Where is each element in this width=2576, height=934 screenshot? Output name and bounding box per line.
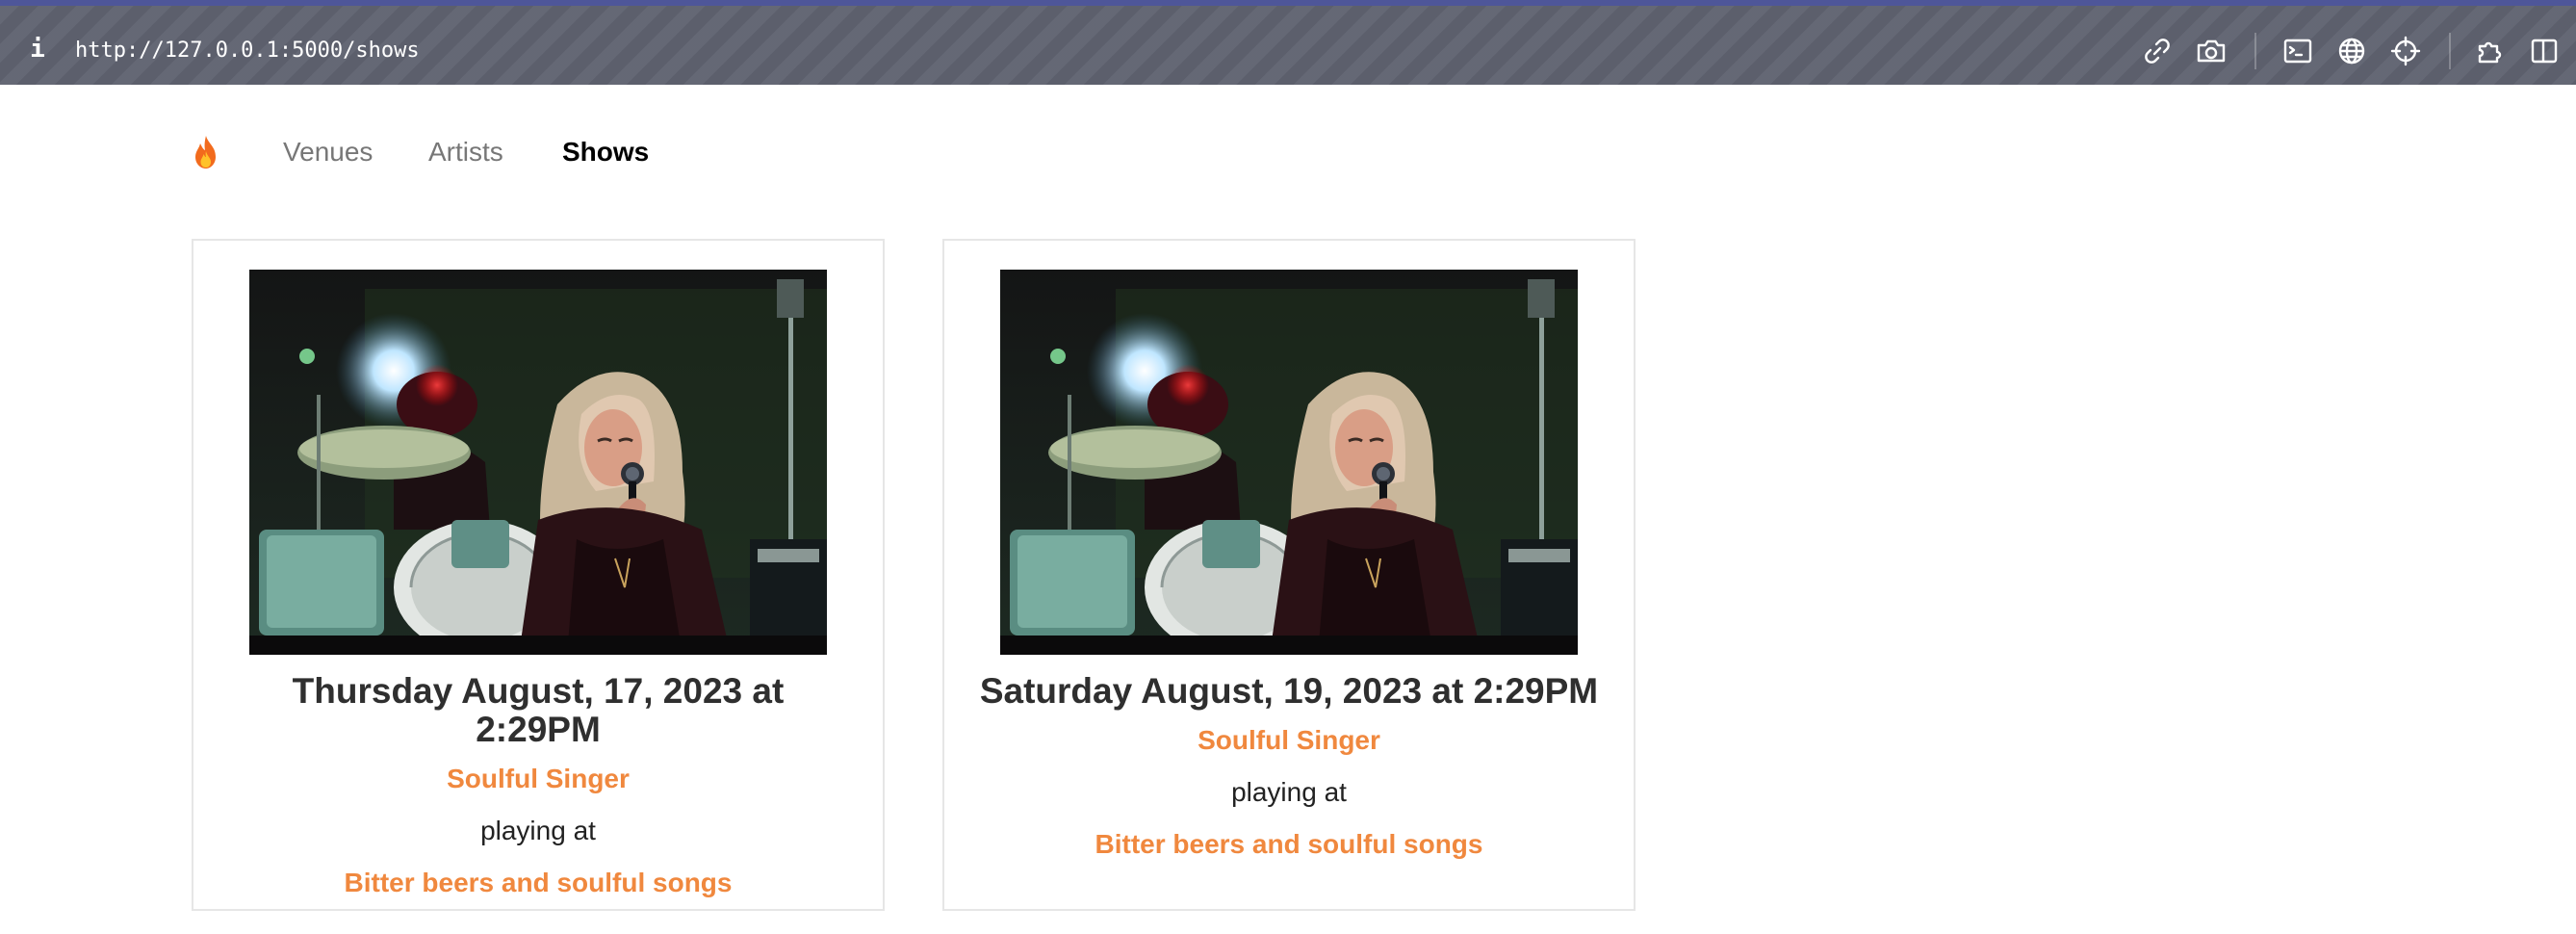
extensions-icon[interactable] — [2474, 35, 2507, 67]
playing-at-label: playing at — [1231, 777, 1347, 807]
toolbar-divider — [2254, 33, 2256, 69]
nav-link-artists[interactable]: Artists — [428, 136, 503, 169]
flame-icon[interactable] — [191, 134, 221, 170]
venue-link[interactable]: Bitter beers and soulful songs — [213, 867, 863, 899]
address-bar[interactable]: http://127.0.0.1:5000/shows — [75, 37, 420, 65]
camera-icon[interactable] — [2195, 35, 2228, 67]
terminal-icon[interactable] — [2281, 35, 2314, 67]
singer-photo[interactable] — [249, 270, 827, 655]
sidebar-icon[interactable] — [2528, 35, 2561, 67]
show-date: Saturday August, 19, 2023 at 2:29PM — [979, 671, 1599, 711]
venue-link[interactable]: Bitter beers and soulful songs — [964, 828, 1614, 861]
artist-link[interactable]: Soulful Singer — [964, 724, 1614, 757]
show-card: Thursday August, 17, 2023 at 2:29PM Soul… — [192, 239, 885, 911]
crosshair-icon[interactable] — [2389, 35, 2422, 67]
link-icon[interactable] — [2141, 35, 2174, 67]
nav-link-venues[interactable]: Venues — [283, 136, 373, 169]
toolbar-divider — [2449, 33, 2451, 69]
info-icon[interactable]: i — [27, 35, 48, 64]
browser-toolbar: i http://127.0.0.1:5000/shows — [0, 0, 2576, 85]
show-card-body: Saturday August, 19, 2023 at 2:29PM Soul… — [964, 672, 1614, 861]
playing-at-label: playing at — [480, 816, 596, 845]
nav-link-shows[interactable]: Shows — [562, 136, 649, 169]
singer-photo[interactable] — [1000, 270, 1578, 655]
globe-icon[interactable] — [2335, 35, 2368, 67]
show-date: Thursday August, 17, 2023 at 2:29PM — [292, 671, 785, 749]
show-card: Saturday August, 19, 2023 at 2:29PM Soul… — [942, 239, 1636, 911]
show-card-body: Thursday August, 17, 2023 at 2:29PM Soul… — [213, 672, 863, 899]
artist-link[interactable]: Soulful Singer — [213, 763, 863, 795]
